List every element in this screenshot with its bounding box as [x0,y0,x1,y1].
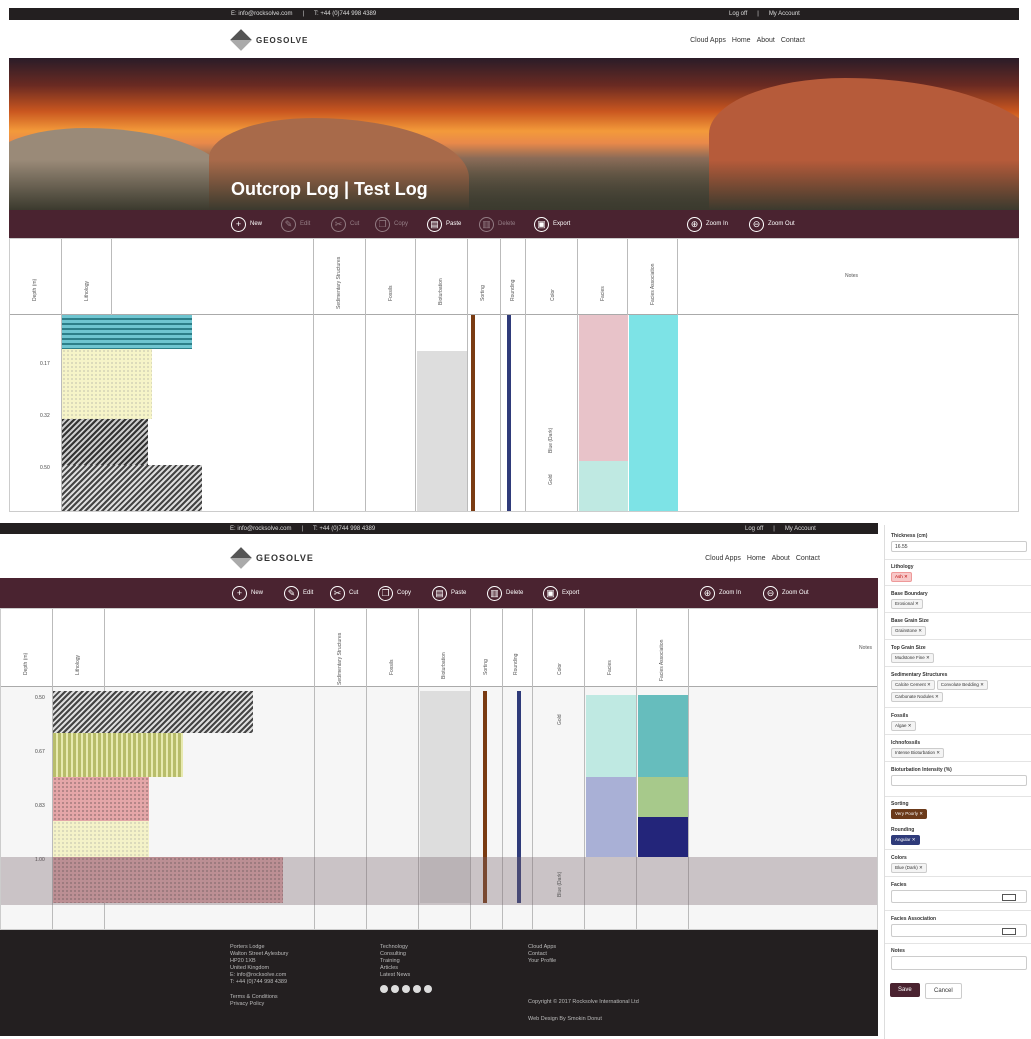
toolbar: + New ✎ Edit ✂ Cut ❐ Copy ▤ Paste ▥ Delete ▣ Ex… [9,210,1019,238]
bed-properties-panel: Thickness (cm) 16.55 Lithology Ash ✕ Base … [884,525,1031,1039]
paste-button[interactable]: ▤ Paste [427,216,461,232]
facies-block[interactable] [579,315,628,461]
social-icons[interactable] [380,985,432,993]
phone-link[interactable]: T: +44 (0)744 998 4389 [314,11,376,17]
facies-assoc-block[interactable] [638,817,688,857]
logoff-link[interactable]: Log off [729,11,747,17]
facies-assoc-block[interactable] [629,315,678,511]
header-rounding: Rounding [510,279,516,301]
trash-icon: ▥ [479,216,494,232]
lithology-bed[interactable] [62,315,192,349]
topbar: E: info@rocksolve.com | T: +44 (0)744 998… [9,8,1019,20]
edit-button[interactable]: ✎ Edit [281,216,310,232]
facies-block[interactable] [586,695,636,777]
header-fossils: Fossils [388,285,394,301]
zoom-in-icon: ⊕ [687,216,702,232]
footer: Porters Lodge Walton Street Aylesbury HP20… [0,930,878,1036]
facies-assoc-block[interactable] [638,777,688,817]
facies-block[interactable] [579,461,628,511]
my-account-link[interactable]: My Account [769,11,800,17]
header-bioturb: Bioturbation [438,278,444,305]
facies-block[interactable] [586,777,636,857]
log-grid-bottom[interactable]: Depth (m) Lithology Sedimentary Structur… [0,608,878,930]
save-button[interactable]: Save [890,983,920,997]
privacy-link[interactable]: Privacy Policy [230,1001,288,1008]
zoom-out-button[interactable]: ⊖ Zoom Out [749,216,795,232]
lithology-bed[interactable] [62,349,152,419]
clipboard-icon: ▤ [427,216,442,232]
bioturbation-input[interactable] [891,775,1027,786]
notes-textarea[interactable] [891,956,1027,970]
plus-icon: + [231,216,246,232]
copy-icon: ❐ [375,216,390,232]
lithology-bed[interactable] [53,733,183,777]
lithology-bed[interactable] [53,777,149,821]
lithology-bed[interactable] [62,465,202,511]
topbar-2: E: info@rocksolve.com | T: +44 (0)744 998 … [0,523,878,534]
cut-button[interactable]: ✂ Cut [331,216,359,232]
navbar-2: GEOSOLVE Cloud Apps Home About Contact [230,545,820,571]
new-button[interactable]: + New [231,216,262,232]
selected-bed-highlight[interactable] [1,857,877,905]
toolbar-2: + New ✎ Edit ✂ Cut ❐ Copy ▤ Paste ▥ Delete ▣ Ex… [0,578,878,608]
pencil-icon: ✎ [281,216,296,232]
page-title: Outcrop Log | Test Log [231,179,428,199]
lithology-bed[interactable] [53,821,149,857]
header-depth: Depth (m) [32,278,38,301]
thickness-input[interactable]: 16.55 [891,541,1027,552]
header-color: Color [550,289,556,301]
facies-select[interactable] [891,890,1027,903]
header-notes: Notes [845,273,859,279]
nav-about[interactable]: About [757,37,775,44]
zoom-out-icon: ⊖ [749,216,764,232]
zoom-in-button[interactable]: ⊕ Zoom In [687,216,728,232]
log-grid-top[interactable]: Depth (m) Lithology Sedimentary Structur… [9,238,1019,512]
nav-home[interactable]: Home [732,37,751,44]
lithology-chip[interactable]: Ash ✕ [891,572,912,582]
header-facies-assoc: Facies Association [650,263,656,305]
nav-contact[interactable]: Contact [781,37,805,44]
scissors-icon: ✂ [331,216,346,232]
cancel-button[interactable]: Cancel [925,983,962,999]
delete-button[interactable]: ▥ Delete [479,216,515,232]
lithology-bed[interactable] [53,691,253,733]
logo[interactable]: GEOSOLVE [230,29,308,51]
hero-banner: Outcrop Log | Test Log [9,58,1019,210]
lithology-bed[interactable] [62,419,148,465]
navbar: GEOSOLVE Cloud Apps Home About Contact [230,28,805,52]
copy-button[interactable]: ❐ Copy [375,216,408,232]
header-sorting: Sorting [480,285,486,301]
rounding-bar [507,315,511,511]
header-lithology: Lithology [84,280,90,301]
export-button[interactable]: ▣ Export [534,216,570,232]
header-sed: Sedimentary Structures [336,256,342,309]
facies-assoc-block[interactable] [638,695,688,777]
facies-assoc-select[interactable] [891,924,1027,937]
header-facies: Facies [600,286,606,301]
save-icon: ▣ [534,216,549,232]
nav-cloud-apps[interactable]: Cloud Apps [690,37,726,44]
sorting-bar [471,315,475,511]
email-link[interactable]: E: info@rocksolve.com [231,11,292,17]
terms-link[interactable]: Terms & Conditions [230,994,288,1001]
